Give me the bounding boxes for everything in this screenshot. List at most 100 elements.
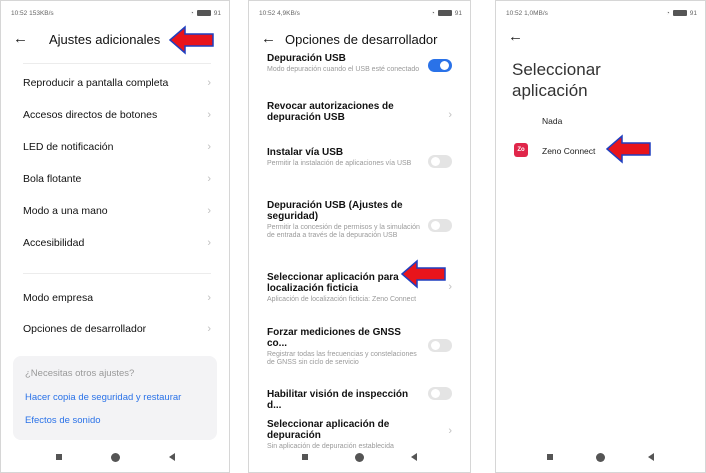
setting-revoke-usb[interactable]: Revocar autorizaciones de depuración USB [267, 101, 430, 123]
settings-item[interactable]: Modo a una mano › [23, 205, 211, 217]
setting-subtitle: Registrar todas las frecuencias y conste… [267, 351, 417, 366]
settings-item[interactable]: LED de notificación › [23, 141, 211, 153]
toggle-knob [431, 221, 440, 230]
install-via-usb-toggle[interactable] [428, 155, 452, 168]
toggle-knob [431, 341, 440, 350]
setting-title: Depuración USB [267, 53, 346, 64]
backup-restore-link[interactable]: Hacer copia de seguridad y restaurar [25, 392, 181, 403]
chevron-right-icon: › [207, 77, 211, 89]
nav-back-icon[interactable] [410, 453, 417, 461]
top-app-bar: ← [508, 27, 695, 47]
card-question: ¿Necesitas otros ajustes? [25, 368, 135, 379]
setting-usb-debugging-security[interactable]: Depuración USB (Ajustes de seguridad) Pe… [267, 200, 420, 240]
red-arrow-annotation [401, 259, 446, 289]
battery-icon [672, 10, 687, 16]
battery-level: 91 [454, 9, 462, 17]
usb-debugging-toggle[interactable] [428, 59, 452, 72]
page-title: Seleccionar aplicación [512, 59, 682, 101]
red-arrow-annotation [606, 134, 651, 164]
divider [23, 63, 211, 64]
nav-back-icon[interactable] [168, 453, 175, 461]
setting-subtitle: Permitir la concesión de permisos y la s… [267, 224, 420, 239]
settings-item-label: Accesibilidad [23, 237, 85, 249]
back-arrow-icon[interactable]: ← [508, 29, 530, 45]
system-nav-bar [1, 450, 229, 464]
recents-icon[interactable] [547, 454, 554, 460]
screenshot-collage: 10:52 153KB/s ◔ 91 ← Ajustes adicionales … [0, 0, 706, 473]
back-arrow-icon[interactable]: ← [261, 31, 283, 47]
settings-item-label: Bola flotante [23, 173, 82, 185]
status-bar: 10:52 153KB/s ◔ 91 [11, 7, 221, 19]
toggle-knob [431, 389, 440, 398]
chevron-right-icon: › [207, 292, 211, 304]
usb-debugging-security-toggle[interactable] [428, 219, 452, 232]
toggle-knob [440, 61, 449, 70]
chevron-right-icon: › [448, 425, 452, 437]
setting-debug-app[interactable]: Seleccionar aplicación de depuración Sin… [267, 419, 434, 451]
system-nav-bar [496, 450, 705, 464]
wifi-icon: ◔ [430, 9, 435, 17]
phone-ajustes-adicionales: 10:52 153KB/s ◔ 91 ← Ajustes adicionales … [0, 0, 230, 473]
nav-back-icon[interactable] [647, 453, 654, 461]
divider [23, 273, 211, 274]
recents-icon[interactable] [302, 454, 309, 460]
setting-title: Revocar autorizaciones de depuración USB [267, 101, 394, 123]
settings-item-label: Accesos directos de botones [23, 109, 158, 121]
chevron-right-icon: › [448, 109, 452, 121]
settings-item-label: Opciones de desarrollador [23, 323, 147, 335]
setting-title: Forzar mediciones de GNSS co... [267, 327, 401, 349]
system-nav-bar [249, 450, 470, 464]
settings-item-label: Reproducir a pantalla completa [23, 77, 169, 89]
phone-opciones-desarrollador: 10:52 4,9KB/s ◔ 91 ← Opciones de desarrol… [248, 0, 471, 473]
settings-item[interactable]: Bola flotante › [23, 173, 211, 185]
home-icon[interactable] [595, 452, 605, 462]
option-none[interactable]: Nada [542, 116, 562, 126]
setting-title: Depuración USB (Ajustes de seguridad) [267, 200, 403, 222]
setting-install-via-usb[interactable]: Instalar vía USB Permitir la instalación… [267, 147, 420, 168]
zeno-connect-app-icon: Zo [514, 143, 528, 157]
page-title-line: Seleccionar [512, 60, 601, 79]
recents-icon[interactable] [55, 454, 62, 460]
page-title: Opciones de desarrollador [285, 31, 438, 47]
battery-level: 91 [213, 9, 221, 17]
settings-item[interactable]: Accesos directos de botones › [23, 109, 211, 121]
page-title-line: aplicación [512, 81, 588, 100]
page-title: Ajustes adicionales [49, 31, 161, 47]
status-speed: 1,0MB/s [524, 9, 548, 17]
setting-title: Instalar vía USB [267, 147, 344, 158]
status-time: 10:52 [506, 9, 523, 17]
chevron-right-icon: › [207, 205, 211, 217]
setting-usb-debugging[interactable]: Depuración USB Modo depuración cuando el… [267, 53, 420, 74]
setting-title: Seleccionar aplicación de depuración [267, 419, 390, 441]
battery-icon [437, 10, 452, 16]
chevron-right-icon: › [207, 323, 211, 335]
settings-item[interactable]: Reproducir a pantalla completa › [23, 77, 211, 89]
wifi-icon: ◔ [189, 9, 194, 17]
chevron-right-icon: › [207, 237, 211, 249]
setting-subtitle: Aplicación de localización ficticia: Zen… [267, 296, 417, 303]
view-inspection-toggle[interactable] [428, 387, 452, 400]
status-bar: 10:52 4,9KB/s ◔ 91 [259, 7, 462, 19]
option-zeno-connect[interactable]: Zeno Connect [542, 146, 595, 156]
home-icon[interactable] [110, 452, 120, 462]
phone-seleccionar-aplicacion: 10:52 1,0MB/s ◔ 91 ← Seleccionar aplicaci… [495, 0, 706, 473]
chevron-right-icon: › [448, 281, 452, 293]
setting-force-gnss[interactable]: Forzar mediciones de GNSS co... Registra… [267, 327, 420, 367]
status-speed: 4,9KB/s [277, 9, 300, 17]
settings-item-label: Modo a una mano [23, 205, 108, 217]
settings-item[interactable]: Accesibilidad › [23, 237, 211, 249]
sound-effects-link[interactable]: Efectos de sonido [25, 415, 101, 426]
settings-item[interactable]: Modo empresa › [23, 292, 211, 304]
settings-item-label: Modo empresa [23, 292, 94, 304]
setting-subtitle: Modo depuración cuando el USB esté conec… [267, 66, 420, 73]
force-gnss-toggle[interactable] [428, 339, 452, 352]
more-settings-card: ¿Necesitas otros ajustes? Hacer copia de… [13, 356, 217, 440]
home-icon[interactable] [354, 452, 364, 462]
back-arrow-icon[interactable]: ← [13, 31, 35, 47]
status-speed: 153KB/s [29, 9, 54, 17]
wifi-icon: ◔ [665, 9, 670, 17]
settings-item-developer-options[interactable]: Opciones de desarrollador › [23, 323, 211, 335]
setting-view-inspection[interactable]: Habilitar visión de inspección d... [267, 389, 420, 411]
status-bar: 10:52 1,0MB/s ◔ 91 [506, 7, 697, 19]
chevron-right-icon: › [207, 141, 211, 153]
